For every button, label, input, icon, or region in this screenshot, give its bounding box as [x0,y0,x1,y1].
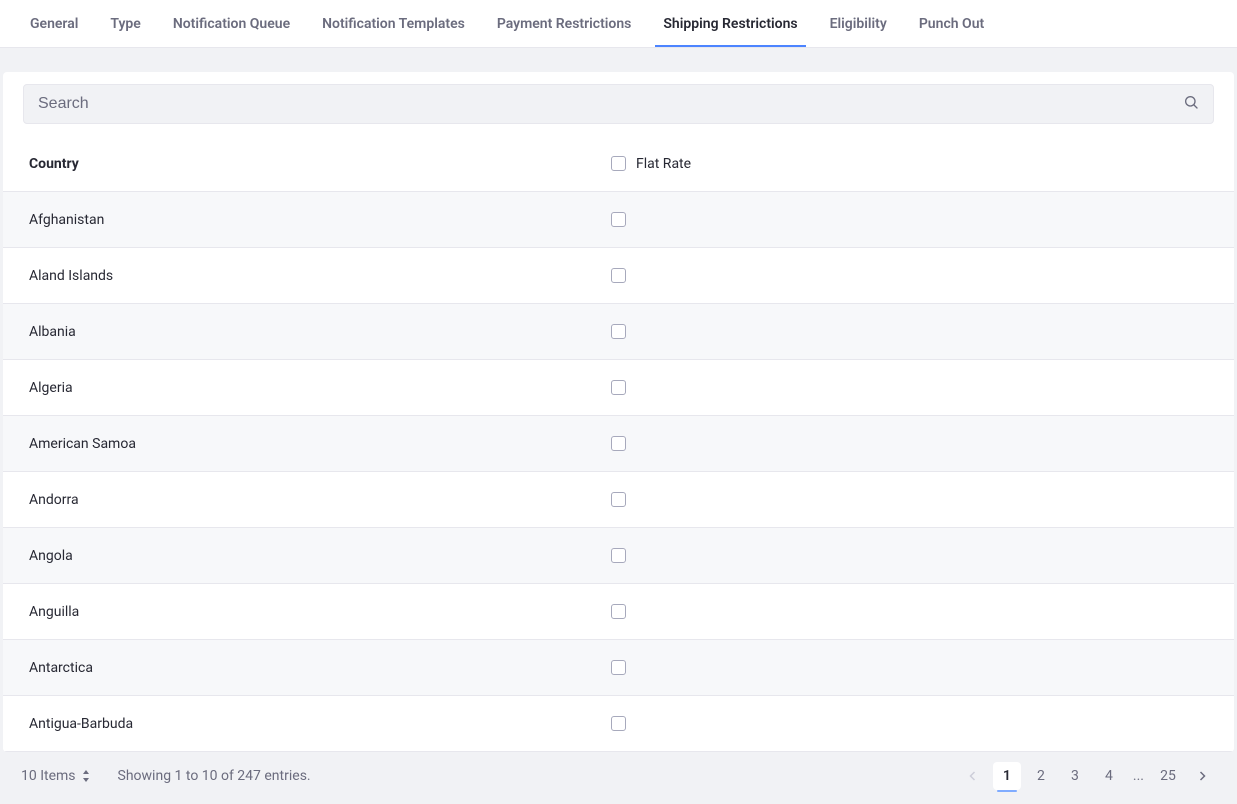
country-name: Algeria [3,380,611,396]
tab-type[interactable]: Type [94,0,156,47]
country-name: Antigua-Barbuda [3,716,611,732]
country-name: Angola [3,548,611,564]
table-row: Algeria [3,360,1234,416]
country-name: Andorra [3,492,611,508]
table-header: Country Flat Rate [3,136,1234,192]
search-wrap [3,72,1234,136]
search-icon[interactable] [1183,94,1199,114]
checkbox-flat-rate[interactable] [611,268,626,283]
table-body: Afghanistan Aland Islands Albania Algeria Am… [3,192,1234,752]
pagination-page-3[interactable]: 3 [1061,762,1089,790]
table-row: Antarctica [3,640,1234,696]
country-name: Afghanistan [3,212,611,228]
entries-text: Showing 1 to 10 of 247 entries. [118,768,311,784]
table-row: Angola [3,528,1234,584]
column-header-country: Country [3,156,611,172]
checkbox-flat-rate[interactable] [611,212,626,227]
sort-icon [82,770,90,782]
country-name: Albania [3,324,611,340]
checkbox-flat-rate[interactable] [611,548,626,563]
checkbox-flat-rate[interactable] [611,380,626,395]
tab-shipping-restrictions[interactable]: Shipping Restrictions [647,0,813,47]
table-row: Afghanistan [3,192,1234,248]
tab-notification-templates[interactable]: Notification Templates [306,0,481,47]
pagination: 1234... 25 [959,762,1216,790]
table-row: Andorra [3,472,1234,528]
pagination-page-1[interactable]: 1 [993,762,1021,790]
country-name: American Samoa [3,436,611,452]
pagination-prev[interactable] [959,762,987,790]
pagination-ellipsis: ... [1129,768,1148,784]
table-row: Anguilla [3,584,1234,640]
checkbox-flat-rate-all[interactable] [611,156,626,171]
pagination-page-25[interactable]: 25 [1154,762,1182,790]
tabs-nav: GeneralTypeNotification QueueNotificatio… [0,0,1237,48]
checkbox-flat-rate[interactable] [611,716,626,731]
country-name: Aland Islands [3,268,611,284]
table-row: Albania [3,304,1234,360]
tab-general[interactable]: General [14,0,94,47]
search-input[interactable] [38,95,1183,113]
table-row: American Samoa [3,416,1234,472]
card: Country Flat Rate Afghanistan Aland Islan… [3,72,1234,752]
checkbox-flat-rate[interactable] [611,492,626,507]
flat-rate-label: Flat Rate [636,156,691,172]
table-row: Antigua-Barbuda [3,696,1234,752]
search-field [23,84,1214,124]
checkbox-flat-rate[interactable] [611,436,626,451]
checkbox-flat-rate[interactable] [611,660,626,675]
table-row: Aland Islands [3,248,1234,304]
pagination-page-2[interactable]: 2 [1027,762,1055,790]
column-header-flat-rate: Flat Rate [611,156,691,172]
country-name: Antarctica [3,660,611,676]
tab-notification-queue[interactable]: Notification Queue [157,0,306,47]
tab-punch-out[interactable]: Punch Out [903,0,1000,47]
page-size-label: 10 Items [21,768,76,784]
page-size-select[interactable]: 10 Items [21,768,90,784]
pagination-next[interactable] [1188,762,1216,790]
tab-eligibility[interactable]: Eligibility [814,0,903,47]
checkbox-flat-rate[interactable] [611,604,626,619]
pagination-page-4[interactable]: 4 [1095,762,1123,790]
checkbox-flat-rate[interactable] [611,324,626,339]
content: Country Flat Rate Afghanistan Aland Islan… [0,48,1237,800]
footer-bar: 10 Items Showing 1 to 10 of 247 entries.… [3,752,1234,800]
country-name: Anguilla [3,604,611,620]
tab-payment-restrictions[interactable]: Payment Restrictions [481,0,648,47]
